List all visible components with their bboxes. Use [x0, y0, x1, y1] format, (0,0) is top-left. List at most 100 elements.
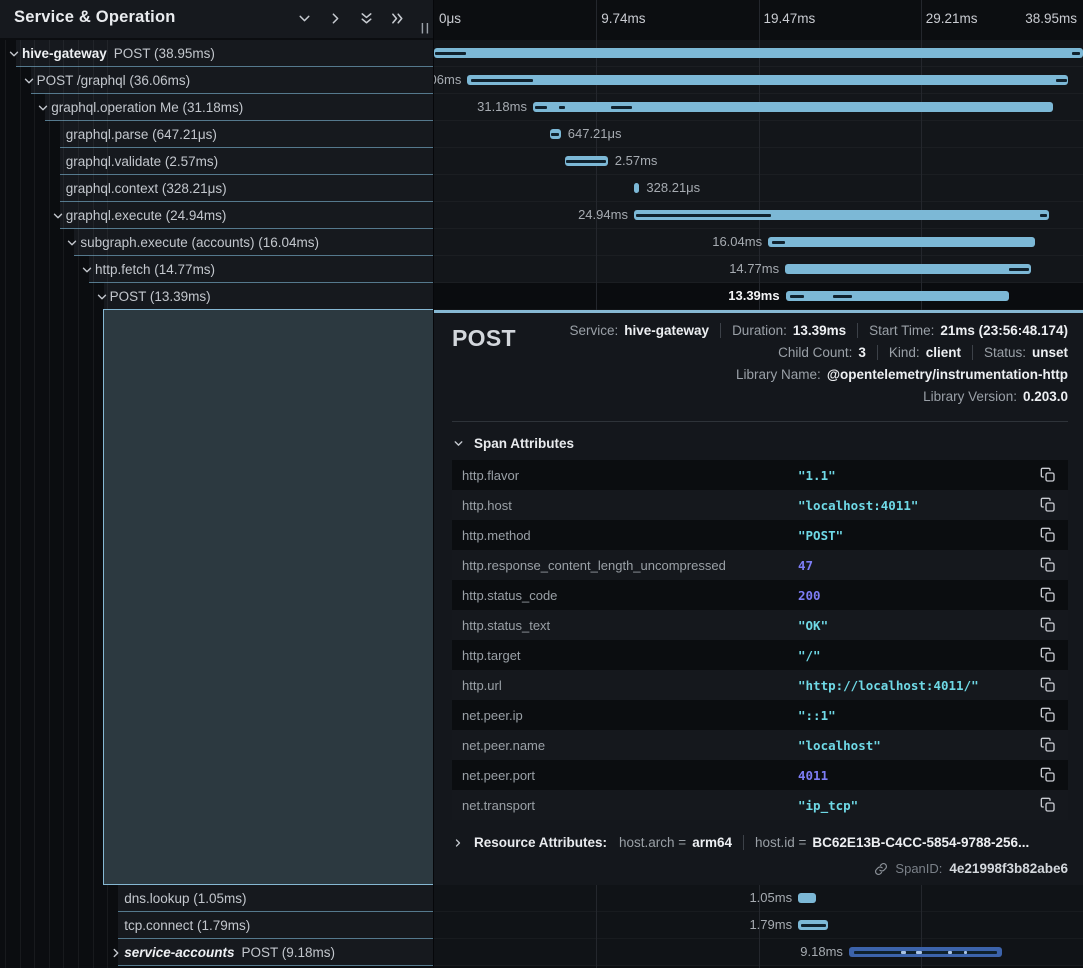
- resource-value: BC62E13B-C4CC-5854-9788-256...: [812, 835, 1029, 850]
- child-span-marker: [964, 951, 967, 954]
- copy-button[interactable]: [1040, 767, 1056, 783]
- meta-label: Library Name:: [736, 367, 821, 382]
- copy-button[interactable]: [1040, 467, 1056, 483]
- tree-row[interactable]: graphql.operation Me (31.18ms): [0, 94, 434, 121]
- copy-icon: [1040, 677, 1056, 693]
- timeline-tick: 9.74ms: [601, 11, 645, 26]
- tree-row[interactable]: dns.lookup (1.05ms): [0, 885, 434, 912]
- span-bar-row[interactable]: 1.05ms: [434, 885, 1083, 912]
- attribute-row: http.target"/": [452, 640, 1068, 670]
- copy-button[interactable]: [1040, 797, 1056, 813]
- meta-separator: [743, 835, 744, 850]
- chevron-down-icon[interactable]: [65, 236, 79, 250]
- tree-row[interactable]: subgraph.execute (accounts) (16.04ms): [0, 229, 434, 256]
- resource-attributes-row[interactable]: Resource Attributes: host.arch =arm64hos…: [452, 835, 1068, 850]
- span-bar[interactable]: [434, 48, 1083, 58]
- trace-viewer: Service & Operation || hive-gatewayPOST …: [0, 0, 1083, 968]
- copy-icon: [1040, 647, 1056, 663]
- copy-button[interactable]: [1040, 557, 1056, 573]
- tree-row[interactable]: http.fetch (14.77ms): [0, 256, 434, 283]
- attribute-row: http.response_content_length_uncompresse…: [452, 550, 1068, 580]
- child-span-marker: [1072, 52, 1080, 55]
- span-bar[interactable]: [798, 893, 815, 903]
- copy-icon: [1040, 707, 1056, 723]
- span-bar[interactable]: [849, 947, 1002, 957]
- chevron-right-icon[interactable]: [327, 10, 344, 27]
- span-attributes-header[interactable]: Span Attributes: [452, 436, 1068, 451]
- span-bar-row[interactable]: 1.79ms: [434, 912, 1083, 939]
- copy-button[interactable]: [1040, 707, 1056, 723]
- tree-row[interactable]: service-accountsPOST (9.18ms): [0, 939, 434, 966]
- span-bar[interactable]: [565, 156, 608, 166]
- copy-button[interactable]: [1040, 497, 1056, 513]
- chevron-down-icon[interactable]: [296, 10, 313, 27]
- span-bar-row[interactable]: 14.77ms: [434, 256, 1083, 283]
- attribute-key: http.flavor: [462, 468, 798, 483]
- span-bar[interactable]: [634, 210, 1050, 220]
- tree-row[interactable]: hive-gatewayPOST (38.95ms): [0, 40, 434, 67]
- tree-header-title: Service & Operation: [14, 8, 176, 27]
- copy-button[interactable]: [1040, 587, 1056, 603]
- tree-row[interactable]: POST (13.39ms): [0, 283, 434, 310]
- span-bar[interactable]: [634, 183, 639, 193]
- chevron-down-icon[interactable]: [36, 101, 50, 115]
- attribute-value: 200: [798, 588, 1040, 603]
- chevron-right-icon[interactable]: [109, 946, 123, 960]
- operation-name: tcp.connect (1.79ms): [124, 918, 250, 933]
- span-bar[interactable]: [798, 920, 828, 930]
- meta-label: Duration:: [732, 323, 787, 338]
- tree-row[interactable]: graphql.context (328.21μs): [0, 175, 434, 202]
- link-icon[interactable]: [874, 862, 888, 876]
- operation-name: POST (13.39ms): [110, 289, 211, 304]
- tree-row[interactable]: tcp.connect (1.79ms): [0, 912, 434, 939]
- panel-divider[interactable]: [433, 0, 434, 968]
- child-span-marker: [551, 133, 559, 136]
- detail-divider: [452, 421, 1068, 422]
- span-bar[interactable]: [768, 237, 1035, 247]
- meta-label: Library Version:: [923, 389, 1017, 404]
- tree-row[interactable]: graphql.validate (2.57ms): [0, 148, 434, 175]
- meta-label: Status:: [984, 345, 1026, 360]
- span-attributes-table: http.flavor"1.1"http.host"localhost:4011…: [452, 460, 1068, 820]
- copy-button[interactable]: [1040, 647, 1056, 663]
- chevron-down-icon[interactable]: [51, 209, 65, 223]
- span-detail-header: POST Service:hive-gatewayDuration:13.39m…: [452, 319, 1068, 407]
- attribute-key: http.target: [462, 648, 798, 663]
- attribute-key: http.status_code: [462, 588, 798, 603]
- copy-icon: [1040, 737, 1056, 753]
- chevron-down-icon[interactable]: [95, 290, 109, 304]
- tree-row-content: subgraph.execute (accounts) (16.04ms): [0, 229, 434, 256]
- meta-label: Kind:: [889, 345, 920, 360]
- span-bar[interactable]: [467, 75, 1068, 85]
- chevron-down-icon[interactable]: [80, 263, 94, 277]
- double-chevron-down-icon[interactable]: [358, 10, 375, 27]
- span-bar-row[interactable]: 13.39ms: [434, 283, 1083, 310]
- panel-resize-handle[interactable]: ||: [421, 22, 431, 34]
- span-bar[interactable]: [533, 102, 1053, 112]
- chevron-down-icon[interactable]: [7, 47, 21, 61]
- tree-row-content: graphql.operation Me (31.18ms): [0, 94, 434, 121]
- chevron-down-icon[interactable]: [22, 74, 36, 88]
- span-bar-row[interactable]: 16.04ms: [434, 229, 1083, 256]
- child-span-marker: [790, 295, 804, 298]
- attribute-row: http.url"http://localhost:4011/": [452, 670, 1068, 700]
- copy-button[interactable]: [1040, 737, 1056, 753]
- double-chevron-right-icon[interactable]: [389, 10, 406, 27]
- copy-button[interactable]: [1040, 617, 1056, 633]
- span-bar[interactable]: [550, 129, 561, 139]
- operation-name: POST (9.18ms): [242, 945, 336, 960]
- duration-label: 36.06ms: [434, 67, 461, 93]
- copy-icon: [1040, 587, 1056, 603]
- copy-button[interactable]: [1040, 677, 1056, 693]
- tree-row[interactable]: graphql.parse (647.21μs): [0, 121, 434, 148]
- meta-value: 13.39ms: [793, 323, 846, 338]
- attribute-row: http.host"localhost:4011": [452, 490, 1068, 520]
- span-bar[interactable]: [785, 264, 1031, 274]
- span-bar[interactable]: [786, 291, 1009, 301]
- copy-button[interactable]: [1040, 527, 1056, 543]
- span-detail-highlight: [103, 309, 434, 885]
- meta-value: hive-gateway: [624, 323, 709, 338]
- resource-key: host.arch =: [619, 835, 686, 850]
- tree-row[interactable]: graphql.execute (24.94ms): [0, 202, 434, 229]
- tree-row[interactable]: POST /graphql (36.06ms): [0, 67, 434, 94]
